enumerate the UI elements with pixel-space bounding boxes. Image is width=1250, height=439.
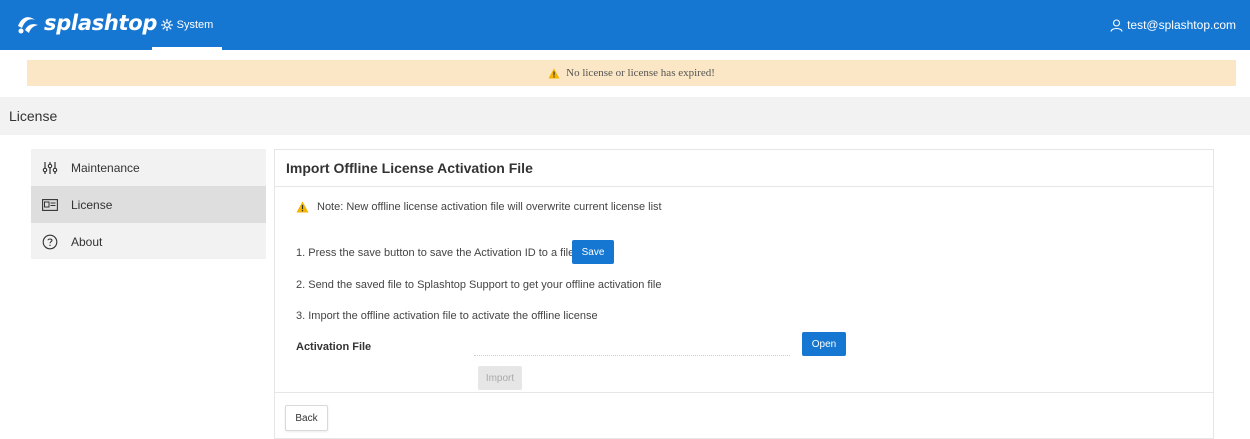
import-button[interactable]: Import [478, 366, 522, 390]
gear-icon [160, 19, 173, 31]
import-license-panel: Import Offline License Activation File N… [274, 149, 1214, 439]
sidebar-item-license[interactable]: License [31, 186, 266, 223]
overwrite-note: Note: New offline license activation fil… [296, 201, 662, 213]
warning-icon [296, 201, 309, 213]
tab-system[interactable]: System [152, 0, 222, 50]
sidebar-item-maintenance[interactable]: Maintenance [31, 149, 266, 186]
user-email: test@splashtop.com [1127, 18, 1236, 32]
logo-text: splashtop [44, 11, 158, 35]
panel-title: Import Offline License Activation File [275, 150, 1213, 187]
sidebar: Maintenance License About [31, 149, 266, 259]
sidebar-item-about[interactable]: About [31, 223, 266, 260]
alert-message: No license or license has expired! [566, 67, 715, 79]
splashtop-logo[interactable]: splashtop [16, 11, 157, 35]
activation-file-label: Activation File [296, 341, 372, 353]
back-button[interactable]: Back [285, 405, 328, 431]
user-icon [1110, 18, 1123, 32]
page-title: License [9, 108, 58, 124]
save-button[interactable]: Save [572, 240, 614, 264]
panel-footer-divider [275, 392, 1213, 393]
top-bar: splashtop System test@splashtop.com [0, 0, 1250, 50]
page-header: License [0, 97, 1250, 135]
panel-title-text: Import Offline License Activation File [286, 160, 533, 176]
sidebar-item-label: License [71, 197, 113, 212]
open-button[interactable]: Open [802, 332, 846, 356]
user-menu[interactable]: test@splashtop.com [1110, 0, 1236, 50]
question-circle-icon [41, 233, 59, 251]
license-card-icon [41, 196, 59, 214]
step-2-text: 2. Send the saved file to Splashtop Supp… [296, 279, 662, 291]
splashtop-logo-icon [18, 17, 38, 34]
license-alert-banner: No license or license has expired! [27, 60, 1236, 86]
step-3-text: 3. Import the offline activation file to… [296, 310, 598, 322]
sliders-icon [41, 159, 59, 177]
step-1-text: 1. Press the save button to save the Act… [296, 247, 575, 259]
note-text: Note: New offline license activation fil… [317, 201, 662, 213]
warning-icon [548, 68, 560, 78]
sidebar-item-label: About [71, 234, 103, 249]
active-tab-indicator [152, 47, 222, 50]
tab-system-label: System [176, 19, 214, 31]
activation-file-input[interactable] [474, 338, 790, 356]
sidebar-item-label: Maintenance [71, 160, 140, 175]
